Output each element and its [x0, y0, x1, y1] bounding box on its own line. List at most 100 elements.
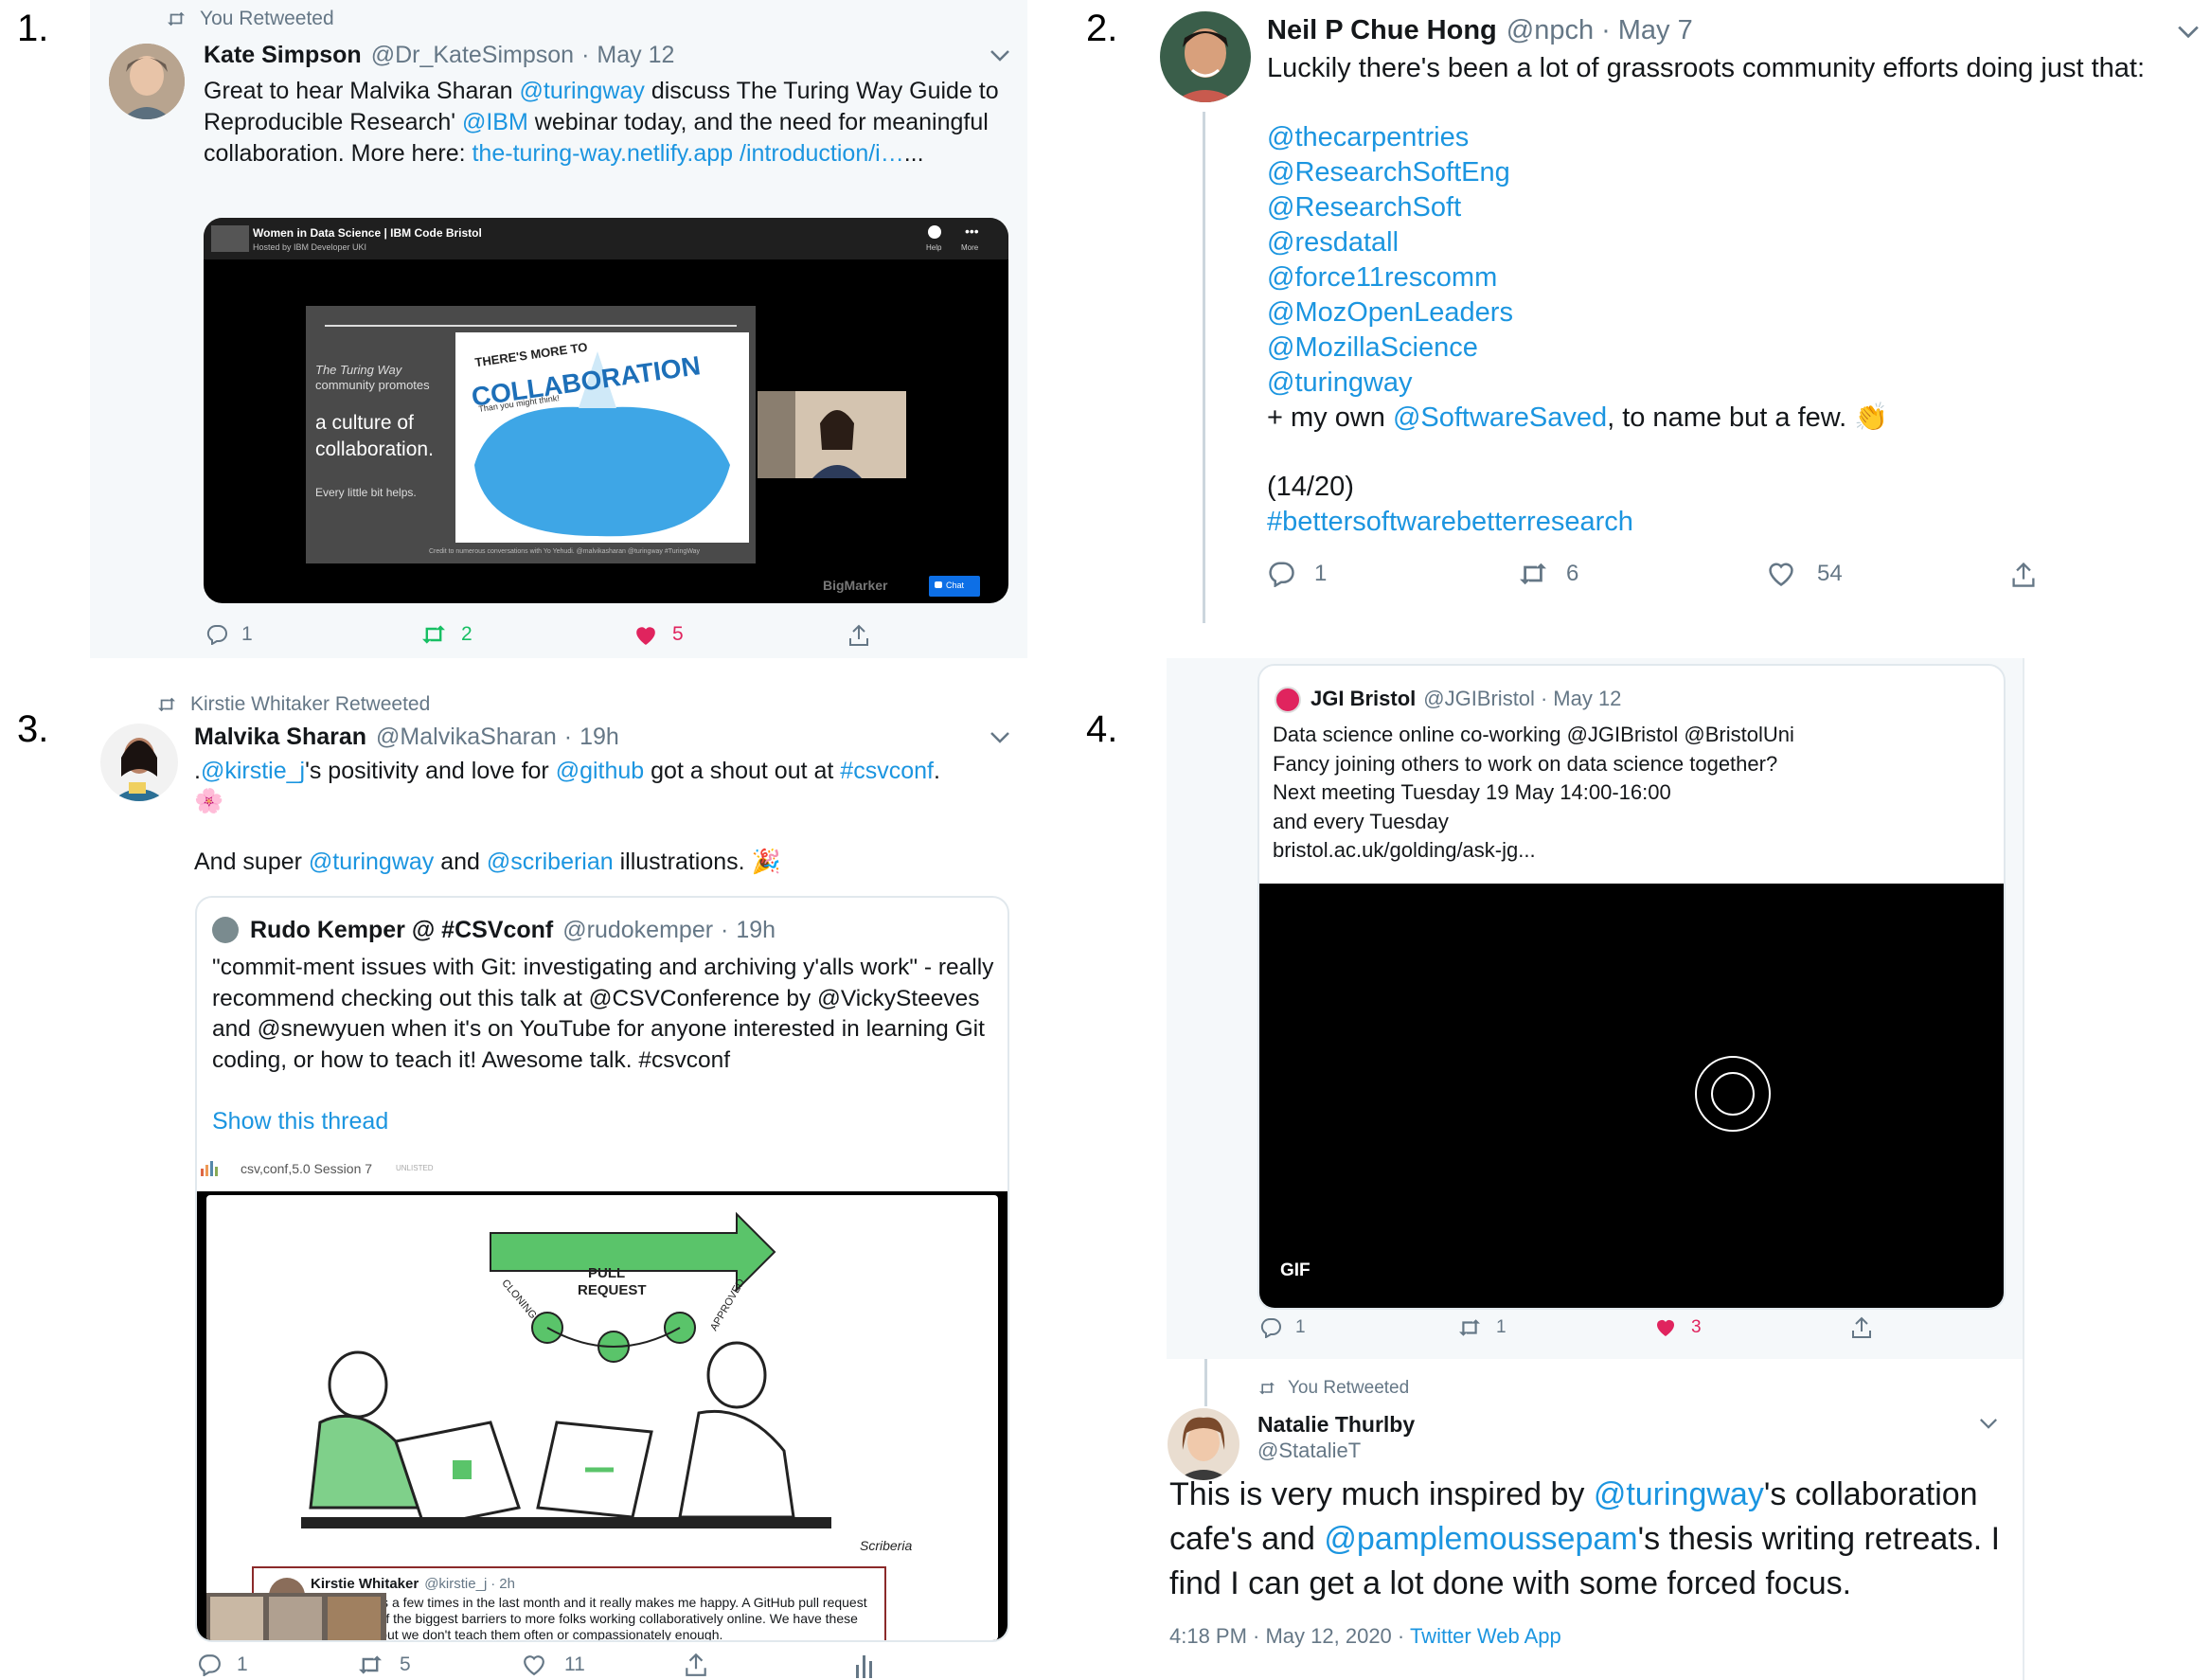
retweet-action[interactable]: 5: [356, 1653, 411, 1676]
thread-line: [1204, 1359, 1207, 1406]
mention-turingway[interactable]: @turingway: [1594, 1476, 1764, 1512]
like-action[interactable]: 3: [1653, 1317, 1702, 1338]
mention-ibm[interactable]: @IBM: [462, 109, 528, 135]
quote-author-handle: @JGIBristol: [1423, 687, 1535, 710]
author-handle[interactable]: @StatalieT: [1257, 1439, 1361, 1463]
party-emoji: 🎉: [751, 849, 781, 875]
reply-icon[interactable]: [205, 624, 228, 645]
like-action[interactable]: 11: [521, 1653, 585, 1676]
mention-softwaresaved[interactable]: @SoftwareSaved: [1393, 402, 1607, 433]
chevron-down-icon[interactable]: [2177, 25, 2200, 40]
share-icon[interactable]: [2009, 561, 2038, 589]
mention-turingway[interactable]: @turingway: [309, 849, 434, 875]
mention-researchsofteng[interactable]: @ResearchSoftEng: [1267, 155, 1888, 190]
mention-researchsoft[interactable]: @ResearchSoft: [1267, 190, 1888, 225]
quote-text: "commit-ment issues with Git: investigat…: [212, 955, 994, 1073]
chevron-down-icon[interactable]: [990, 49, 1010, 63]
share-icon[interactable]: [684, 1652, 708, 1678]
tweet-date[interactable]: May 12: [597, 42, 674, 69]
retweet-icon[interactable]: [419, 623, 448, 646]
mention-pamplemoussepam[interactable]: @pamplemoussepam: [1324, 1521, 1637, 1557]
tweet-link[interactable]: the-turing-way.netlify.app /introduction…: [472, 140, 903, 167]
mention-github[interactable]: @github: [556, 758, 645, 784]
chevron-down-icon[interactable]: [990, 731, 1010, 744]
source-link[interactable]: Twitter Web App: [1410, 1624, 1561, 1648]
quoted-tweet[interactable]: Rudo Kemper @ #CSVconf @rudokemper · 19h…: [195, 896, 1009, 1642]
tweet-kate-simpson[interactable]: You Retweeted Kate Simpson @Dr_KateSimps…: [90, 0, 1027, 658]
like-icon[interactable]: [1653, 1317, 1678, 1338]
tweet-header: Malvika Sharan @MalvikaSharan · 19h: [194, 724, 619, 751]
tweet-natalie-thurlby[interactable]: JGI Bristol @JGIBristol · May 12 Data sc…: [1167, 658, 2211, 1680]
reply-action[interactable]: 1: [1267, 561, 1327, 587]
mention-mozopenleaders[interactable]: @MozOpenLeaders: [1267, 295, 1888, 331]
avatar[interactable]: [100, 724, 178, 801]
gif-media[interactable]: GIF: [1259, 884, 2004, 1308]
like-icon[interactable]: [521, 1653, 547, 1676]
like-icon[interactable]: [633, 623, 659, 646]
like-action[interactable]: 5: [633, 623, 684, 646]
tweet-media[interactable]: Women in Data Science | IBM Code Bristol…: [204, 218, 1008, 603]
chat-button[interactable]: Chat: [929, 576, 980, 597]
tweet-text-line-1: .@kirstie_j's positivity and love for @g…: [194, 758, 940, 784]
mention-turingway[interactable]: @turingway: [520, 78, 645, 104]
hashtag-csvconf[interactable]: #csvconf: [840, 758, 934, 784]
mention-force11rescomm[interactable]: @force11rescomm: [1267, 260, 1888, 295]
thread-line: [1203, 112, 1205, 623]
avatar[interactable]: [1168, 1408, 1239, 1480]
chat-icon: [935, 581, 942, 588]
reply-action[interactable]: 1: [205, 623, 253, 646]
share-icon[interactable]: [847, 623, 870, 648]
author-name[interactable]: Kate Simpson: [204, 42, 362, 69]
retweet-icon[interactable]: [356, 1653, 384, 1676]
retweet-icon[interactable]: [1517, 561, 1549, 587]
tweet-video[interactable]: PULL REQUEST CLONING APPROVED Scriberia …: [197, 1191, 1007, 1640]
retweet-action[interactable]: 6: [1517, 561, 1578, 587]
play-loading-icon[interactable]: [1695, 1056, 1771, 1132]
mention-turingway[interactable]: @turingway: [1267, 366, 1888, 401]
retweet-action[interactable]: 2: [419, 623, 473, 646]
author-name[interactable]: Malvika Sharan: [194, 724, 366, 751]
reply-icon[interactable]: [1259, 1317, 1282, 1338]
tweet-date[interactable]: May 7: [1618, 15, 1693, 46]
author-handle[interactable]: @Dr_KateSimpson: [371, 42, 574, 69]
video-title-bar: csv,conf,5.0 Session 7 UNLISTED: [197, 1153, 1007, 1184]
like-action[interactable]: 54: [1766, 561, 1843, 587]
reply-action[interactable]: 1: [1259, 1317, 1306, 1338]
chevron-down-icon[interactable]: [1979, 1418, 1998, 1430]
mention-resdatall[interactable]: @resdatall: [1267, 225, 1888, 260]
author-handle[interactable]: @npch: [1507, 15, 1594, 46]
reply-action[interactable]: 1: [197, 1653, 248, 1676]
gif-badge: GIF: [1280, 1260, 1311, 1280]
mention-scriberian[interactable]: @scriberian: [487, 849, 614, 875]
quote-date: May 12: [1553, 687, 1622, 710]
reply-icon[interactable]: [197, 1653, 222, 1676]
tweet-date[interactable]: 19h: [579, 724, 619, 751]
author-handle[interactable]: @MalvikaSharan: [376, 724, 557, 751]
avatar[interactable]: [1160, 11, 1251, 102]
mention-thecarpentries[interactable]: @thecarpentries: [1267, 120, 1888, 155]
quoted-tweet-jgi[interactable]: JGI Bristol @JGIBristol · May 12 Data sc…: [1257, 664, 2006, 1310]
quote-date: 19h: [736, 917, 776, 943]
mention-list: @thecarpentries @ResearchSoftEng @Resear…: [1267, 120, 1889, 433]
tweet-timestamp: 4:18 PM · May 12, 2020 · Twitter Web App: [1169, 1624, 1561, 1648]
mention-kirstie[interactable]: @kirstie_j: [201, 758, 305, 784]
more-button[interactable]: More: [961, 243, 978, 252]
retweet-icon[interactable]: [1456, 1317, 1483, 1338]
reply-icon[interactable]: [1267, 561, 1295, 587]
help-button[interactable]: Help: [926, 243, 941, 252]
mention-mozillascience[interactable]: @MozillaScience: [1267, 331, 1888, 366]
tweet-neil-chue-hong[interactable]: Neil P Chue Hong @npch · May 7 Luckily t…: [1160, 0, 2211, 625]
analytics-icon[interactable]: [854, 1653, 873, 1678]
webcam-feed: [758, 391, 906, 478]
author-name[interactable]: Natalie Thurlby: [1257, 1412, 1415, 1438]
retweet-action[interactable]: 1: [1456, 1317, 1507, 1338]
more-icon[interactable]: •••: [965, 223, 979, 239]
like-icon[interactable]: [1766, 561, 1796, 587]
hashtag-bettersoftware[interactable]: #bettersoftwarebetterresearch: [1267, 507, 1633, 538]
avatar[interactable]: [109, 44, 185, 119]
share-icon[interactable]: [1850, 1315, 1873, 1340]
quote-avatar: [1275, 687, 1301, 713]
tweet-malvika-sharan[interactable]: Kirstie Whitaker Retweeted Malvika Shara…: [95, 684, 1032, 1680]
author-name[interactable]: Neil P Chue Hong: [1267, 15, 1497, 46]
show-thread-link[interactable]: Show this thread: [212, 1108, 388, 1135]
